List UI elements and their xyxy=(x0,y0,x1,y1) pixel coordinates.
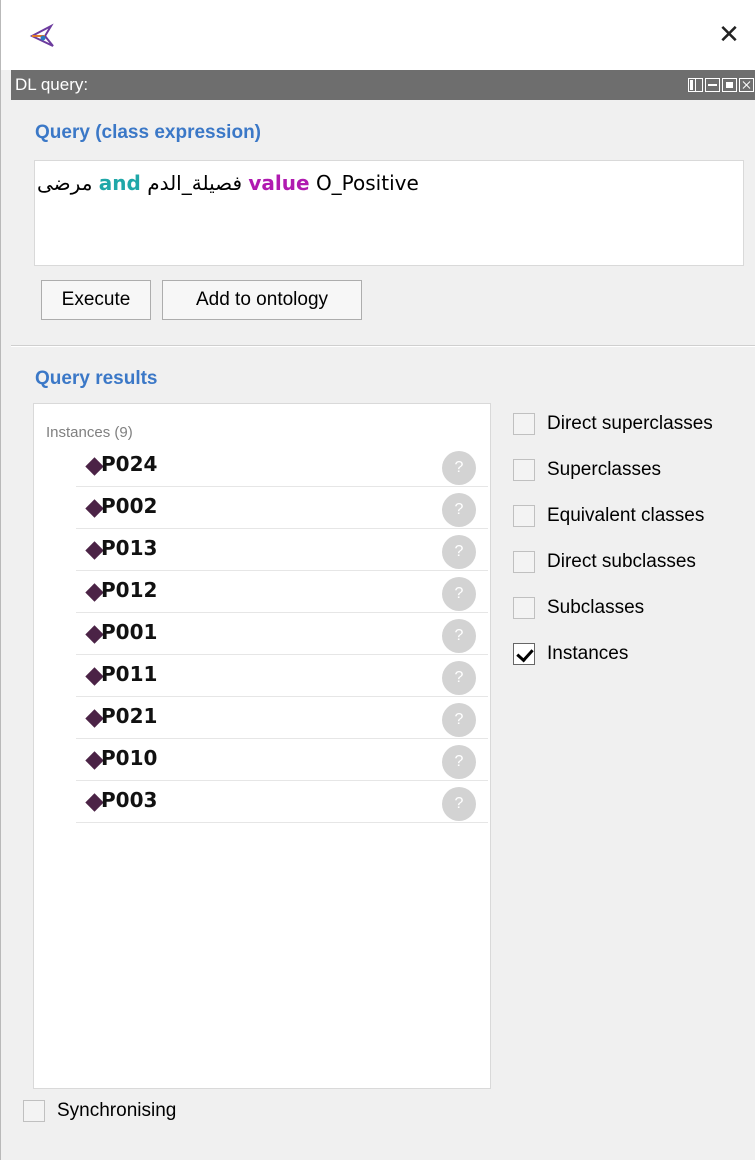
option-checkbox[interactable] xyxy=(513,643,535,665)
query-expression-editor[interactable]: مرضى and فصيلة_الدم value O_Positive xyxy=(34,160,744,266)
synchronising-toggle[interactable]: Synchronising xyxy=(23,1100,176,1122)
help-icon[interactable]: ? xyxy=(442,493,476,527)
query-property-arabic: فصيلة_الدم xyxy=(147,171,243,195)
result-row[interactable]: P024? xyxy=(76,445,488,487)
result-label: P001 xyxy=(101,620,158,644)
option-superclasses[interactable]: Superclasses xyxy=(513,455,661,485)
query-section-title: Query (class expression) xyxy=(35,122,261,143)
add-to-ontology-button[interactable]: Add to ontology xyxy=(162,280,362,320)
synchronising-checkbox[interactable] xyxy=(23,1100,45,1122)
result-label: P012 xyxy=(101,578,158,602)
result-row[interactable]: P003? xyxy=(76,781,488,823)
results-section-title: Query results xyxy=(35,368,158,389)
option-equivalent-classes[interactable]: Equivalent classes xyxy=(513,501,704,531)
result-row[interactable]: P001? xyxy=(76,613,488,655)
result-row[interactable]: P002? xyxy=(76,487,488,529)
option-label: Subclasses xyxy=(547,597,645,618)
help-icon[interactable]: ? xyxy=(442,745,476,779)
option-label: Direct subclasses xyxy=(547,551,696,572)
maximize-icon[interactable] xyxy=(722,78,737,92)
query-individual: O_Positive xyxy=(315,171,419,195)
option-direct-superclasses[interactable]: Direct superclasses xyxy=(513,409,713,439)
keyword-value: value xyxy=(248,171,310,195)
option-label: Instances xyxy=(547,643,629,664)
result-row[interactable]: P012? xyxy=(76,571,488,613)
panel-title: DL query: xyxy=(15,75,89,94)
result-label: P002 xyxy=(101,494,158,518)
result-label: P011 xyxy=(101,662,158,686)
result-row[interactable]: P010? xyxy=(76,739,488,781)
help-icon[interactable]: ? xyxy=(442,787,476,821)
window-close-button[interactable]: ✕ xyxy=(712,18,746,52)
instances-caption: Instances (9) xyxy=(46,424,133,441)
option-instances[interactable]: Instances xyxy=(513,639,628,669)
option-subclasses[interactable]: Subclasses xyxy=(513,593,644,623)
option-label: Superclasses xyxy=(547,459,662,480)
option-direct-subclasses[interactable]: Direct subclasses xyxy=(513,547,696,577)
option-label: Direct superclasses xyxy=(547,413,713,434)
result-label: P024 xyxy=(101,452,158,476)
split-view-icon[interactable] xyxy=(688,78,703,92)
help-icon[interactable]: ? xyxy=(442,451,476,485)
panel-header: DL query: xyxy=(11,70,755,100)
panel-close-icon[interactable] xyxy=(739,78,754,92)
option-checkbox[interactable] xyxy=(513,459,535,481)
help-icon[interactable]: ? xyxy=(442,577,476,611)
option-checkbox[interactable] xyxy=(513,597,535,619)
result-label: P013 xyxy=(101,536,158,560)
help-icon[interactable]: ? xyxy=(442,703,476,737)
result-label: P003 xyxy=(101,788,158,812)
protege-logo-icon xyxy=(29,23,54,47)
option-label: Equivalent classes xyxy=(547,505,705,526)
execute-button[interactable]: Execute xyxy=(41,280,151,320)
result-row[interactable]: P013? xyxy=(76,529,488,571)
minimize-icon[interactable] xyxy=(705,78,720,92)
result-row[interactable]: P011? xyxy=(76,655,488,697)
result-label: P010 xyxy=(101,746,158,770)
query-class-arabic: مرضى xyxy=(37,171,93,195)
help-icon[interactable]: ? xyxy=(442,535,476,569)
result-label: P021 xyxy=(101,704,158,728)
dl-query-window: ✕ DL query: Query (class expression) مرض… xyxy=(0,0,755,1160)
option-checkbox[interactable] xyxy=(513,551,535,573)
result-row[interactable]: P021? xyxy=(76,697,488,739)
keyword-and: and xyxy=(98,171,141,195)
panel-controls xyxy=(688,78,754,92)
section-divider[interactable] xyxy=(11,345,755,347)
option-checkbox[interactable] xyxy=(513,413,535,435)
title-bar: ✕ xyxy=(1,0,755,70)
help-icon[interactable]: ? xyxy=(442,661,476,695)
results-list[interactable]: Instances (9) P024? P002? P013? P012? P001? P… xyxy=(33,403,491,1089)
close-icon: ✕ xyxy=(718,20,740,50)
option-checkbox[interactable] xyxy=(513,505,535,527)
synchronising-label: Synchronising xyxy=(57,1100,177,1121)
help-icon[interactable]: ? xyxy=(442,619,476,653)
